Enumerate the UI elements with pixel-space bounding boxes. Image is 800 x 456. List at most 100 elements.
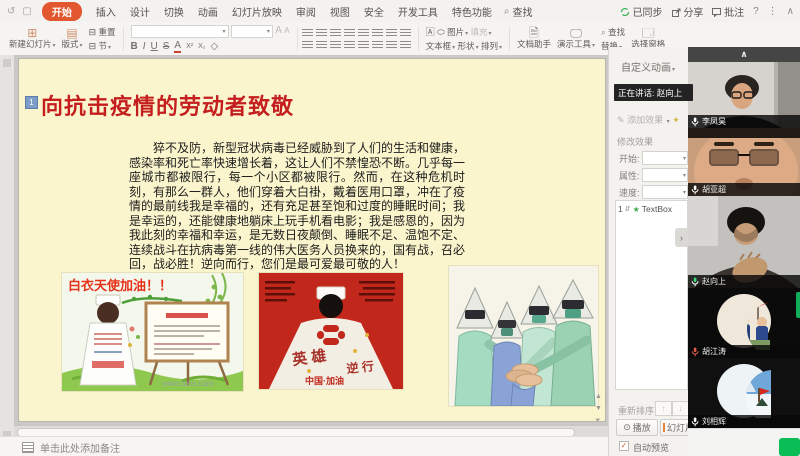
number-list-icon[interactable] xyxy=(316,29,327,37)
caret-down-icon: ▾ xyxy=(672,67,675,73)
video-tile-avatar[interactable]: 刘相辉 xyxy=(688,358,800,428)
share-button[interactable]: 分享 xyxy=(672,4,704,19)
poster-nurse-drawing[interactable]: 白衣天使加油！！ www.tuns.com xyxy=(62,273,243,391)
help-icon[interactable]: ? xyxy=(753,6,759,17)
animation-list-item[interactable]: 1 ⇵ ★ TextBox xyxy=(616,201,687,217)
add-effect-button[interactable]: ✎ 添加效果 ▾ ✦ xyxy=(617,113,680,126)
clear-format-button[interactable]: ◇ xyxy=(210,41,218,52)
notes-bar[interactable]: 单击此处添加备注 xyxy=(0,436,608,456)
tab-insert[interactable]: 插入 xyxy=(96,4,116,19)
columns-icon[interactable] xyxy=(386,29,397,37)
line-spacing-icon[interactable] xyxy=(358,29,369,37)
layout-button[interactable]: ▤ 版式▾ xyxy=(62,27,83,50)
align-left-icon[interactable] xyxy=(302,41,313,49)
video-tile-speaking[interactable]: 赵向上 xyxy=(688,196,800,288)
section-button[interactable]: ⊟ 节▾ xyxy=(89,40,116,52)
reset-button[interactable]: ⊟ 重置 xyxy=(89,26,116,38)
meeting-action-button[interactable] xyxy=(779,438,800,456)
poster-medical-team-drawing[interactable] xyxy=(449,266,598,406)
shape-button[interactable]: 形状▾ xyxy=(458,41,479,51)
underline-button[interactable]: U xyxy=(151,41,158,52)
reset-icon: ⊟ xyxy=(89,27,97,37)
slide-title[interactable]: 向抗击疫情的劳动者致敬 xyxy=(41,89,294,121)
comment-button[interactable]: 批注 xyxy=(712,4,744,19)
textbox-button[interactable]: 文本框▾ xyxy=(426,41,456,51)
picture-button[interactable]: 图片▾ xyxy=(447,27,468,37)
sync-icon xyxy=(620,7,630,17)
more-icon[interactable]: ⋮ xyxy=(768,6,778,17)
start-select[interactable]: ▾ xyxy=(642,151,688,165)
search-label: 查找 xyxy=(512,4,532,19)
font-size-select[interactable]: ▾ xyxy=(231,25,273,38)
reorder-up-button[interactable]: ↑ xyxy=(655,401,672,416)
collapse-ribbon-icon[interactable]: ∧ xyxy=(787,6,794,17)
bold-button[interactable]: B xyxy=(131,41,138,52)
find-button[interactable]: ⌕ 查找 xyxy=(601,26,625,38)
text-direction-icon[interactable] xyxy=(372,29,383,37)
outdent-icon[interactable] xyxy=(330,29,341,37)
present-tools-button[interactable]: 🖵 演示工具▾ xyxy=(557,27,595,50)
video-tile-avatar[interactable]: 胡江涛 xyxy=(688,288,800,358)
menu-search[interactable]: ⌕ 查找 xyxy=(504,4,533,19)
horizontal-scrollbar[interactable] xyxy=(14,426,608,436)
poster-hero-drawing[interactable]: 英 雄 逆 行 中国·加油 xyxy=(259,273,403,389)
reorder-label: 重新排序 xyxy=(618,404,654,417)
align-right-icon[interactable] xyxy=(330,41,341,49)
paragraph-settings-icon[interactable] xyxy=(400,41,411,49)
tab-view[interactable]: 视图 xyxy=(330,4,350,19)
strike-button[interactable]: S xyxy=(163,41,170,52)
tab-features[interactable]: 特色功能 xyxy=(452,4,492,19)
increase-font-icon[interactable]: A xyxy=(275,25,282,36)
doc-assistant-button[interactable]: 🗎 文档助手 xyxy=(517,27,551,50)
slide-body-text[interactable]: 猝不及防，新型冠状病毒已经威胁到了人们的生活和健康，感染率和死亡率快速增长着，这… xyxy=(129,141,465,272)
paragraph-more-icon[interactable] xyxy=(400,29,411,37)
collapse-videos-button[interactable]: ∧ xyxy=(688,47,800,62)
panel-title[interactable]: 自定义动画▾ xyxy=(621,59,675,74)
smart-animation-icon[interactable]: ✦ xyxy=(672,115,680,125)
new-slide-button[interactable]: ⊞ 新建幻灯片▾ xyxy=(9,27,56,50)
meeting-side-handle[interactable] xyxy=(796,292,800,318)
subscript-button[interactable]: X₂ xyxy=(198,43,205,50)
next-slide-icon[interactable]: ⏷ xyxy=(595,417,601,425)
justify-icon[interactable] xyxy=(344,41,355,49)
reorder-down-button[interactable]: ↓ xyxy=(672,401,689,416)
fill-button[interactable]: 填充▾ xyxy=(471,27,492,37)
italic-button[interactable]: I xyxy=(143,41,146,52)
property-select[interactable]: ▾ xyxy=(642,168,688,182)
arrange-button[interactable]: 排列▾ xyxy=(481,41,502,51)
tab-review[interactable]: 审阅 xyxy=(296,4,316,19)
decrease-font-icon[interactable]: A xyxy=(284,26,289,35)
slide-thumbnail-strip[interactable] xyxy=(0,55,14,456)
tab-animation[interactable]: 动画 xyxy=(198,4,218,19)
distribute-icon[interactable] xyxy=(358,41,369,49)
undo-icon[interactable]: ↺ xyxy=(7,6,15,17)
font-name-select[interactable]: ▾ xyxy=(131,25,229,38)
bullet-list-icon[interactable] xyxy=(302,29,313,37)
sync-status[interactable]: 已同步 xyxy=(620,4,663,19)
tab-transition[interactable]: 切换 xyxy=(164,4,184,19)
tab-slideshow[interactable]: 幻灯片放映 xyxy=(232,4,282,19)
clipboard-icon[interactable]: ▢ xyxy=(22,6,31,17)
auto-preview-checkbox[interactable]: ✓ xyxy=(619,441,629,451)
tab-devtools[interactable]: 开发工具 xyxy=(398,4,438,19)
expand-meeting-panel-button[interactable]: › xyxy=(675,228,688,247)
speed-select[interactable]: ▾ xyxy=(642,185,688,199)
tab-security[interactable]: 安全 xyxy=(364,4,384,19)
autofit-icon[interactable] xyxy=(386,41,397,49)
poster2-text-china: 中国·加油 xyxy=(305,375,344,386)
scroll-up-icon[interactable]: ▲ xyxy=(595,393,602,400)
video-tile[interactable]: 胡亚超 xyxy=(688,128,800,196)
projector-icon xyxy=(663,423,665,432)
vertical-align-icon[interactable] xyxy=(372,41,383,49)
align-center-icon[interactable] xyxy=(316,41,327,49)
video-tile[interactable]: 李凤昊 xyxy=(688,62,800,128)
font-color-button[interactable]: A xyxy=(174,40,181,53)
superscript-button[interactable]: X² xyxy=(186,43,193,50)
tab-home[interactable]: 开始 xyxy=(42,2,82,21)
indent-icon[interactable] xyxy=(344,29,355,37)
scroll-down-icon[interactable]: ▼ xyxy=(595,405,602,412)
play-button[interactable]: ⊙ 播放 xyxy=(616,419,658,436)
slide-canvas[interactable]: 1 向抗击疫情的劳动者致敬 猝不及防，新型冠状病毒已经威胁到了人们的生活和健康，… xyxy=(18,58,606,422)
notes-placeholder[interactable]: 单击此处添加备注 xyxy=(40,440,120,455)
tab-design[interactable]: 设计 xyxy=(130,4,150,19)
